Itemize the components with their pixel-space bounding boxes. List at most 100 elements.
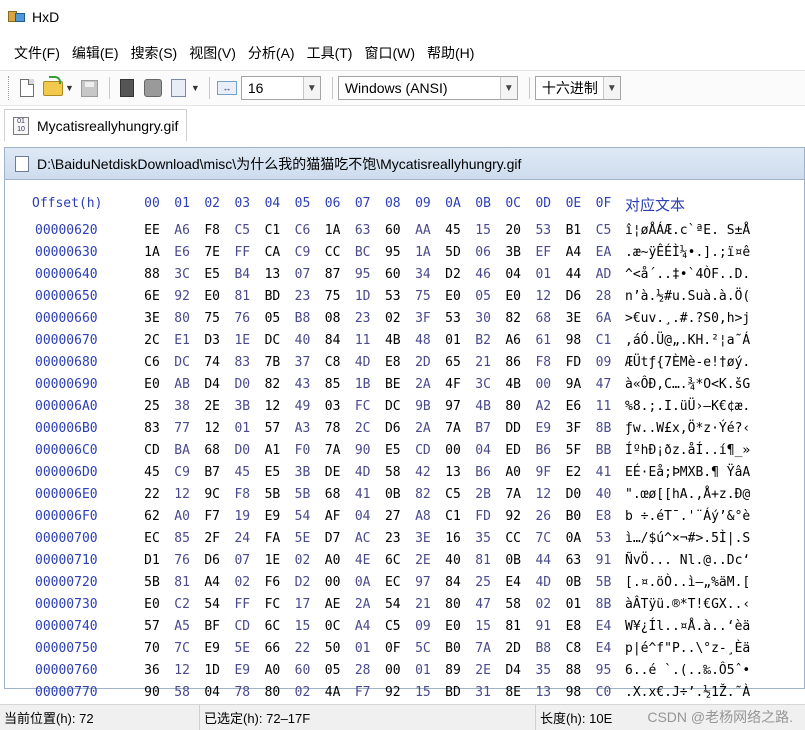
hex-byte[interactable]: 58: [380, 465, 406, 480]
hex-byte[interactable]: 11: [350, 333, 376, 348]
hex-byte[interactable]: 5E: [290, 531, 316, 546]
row-text[interactable]: [.¤.öÒ..ì—„%äM.[: [625, 575, 750, 590]
hex-byte[interactable]: 6E: [139, 289, 165, 304]
hex-byte[interactable]: 06: [470, 245, 496, 260]
hex-byte[interactable]: BB: [591, 443, 617, 458]
hex-byte[interactable]: 24: [229, 531, 255, 546]
hex-byte[interactable]: 38: [169, 399, 195, 414]
hex-byte[interactable]: E9: [199, 641, 225, 656]
hex-byte[interactable]: 47: [470, 597, 496, 612]
hex-byte[interactable]: 04: [350, 509, 376, 524]
tab-file[interactable]: 01 10 Mycatisreallyhungry.gif: [4, 109, 188, 141]
hex-byte[interactable]: 9B: [410, 399, 436, 414]
menu-analysis[interactable]: 分析(A): [248, 43, 295, 63]
hex-byte[interactable]: C1: [591, 333, 617, 348]
hex-byte[interactable]: 85: [169, 531, 195, 546]
hex-byte[interactable]: 54: [380, 597, 406, 612]
row-text[interactable]: p|é^f"P..\°z-¸Èä: [625, 641, 750, 656]
hex-byte[interactable]: 22: [290, 641, 316, 656]
hex-byte[interactable]: D2: [290, 575, 316, 590]
row-text[interactable]: ".œø[[hA.‚Å+z.Ð@: [625, 487, 750, 502]
hex-byte[interactable]: 0B: [380, 487, 406, 502]
offset-base-select[interactable]: 十六进制 ▼: [534, 76, 621, 100]
hex-byte[interactable]: 5B: [290, 487, 316, 502]
hex-byte[interactable]: 04: [199, 685, 225, 700]
hex-byte[interactable]: 40: [290, 333, 316, 348]
hex-byte[interactable]: 0F: [380, 641, 406, 656]
hex-byte[interactable]: E5: [380, 443, 406, 458]
hex-byte[interactable]: DC: [380, 399, 406, 414]
hex-byte[interactable]: BC: [350, 245, 376, 260]
hex-byte[interactable]: A3: [290, 421, 316, 436]
hex-byte[interactable]: 3F: [560, 421, 586, 436]
bytes-per-row-select[interactable]: 16 ▼: [240, 76, 321, 100]
properties-dropdown-arrow-icon[interactable]: ▼: [191, 83, 200, 93]
hex-byte[interactable]: 35: [470, 531, 496, 546]
hex-byte[interactable]: E5: [199, 267, 225, 282]
hex-byte[interactable]: 00: [440, 443, 466, 458]
hex-byte[interactable]: D3: [199, 333, 225, 348]
hex-byte[interactable]: 47: [591, 377, 617, 392]
hex-byte[interactable]: E0: [440, 289, 466, 304]
hex-byte[interactable]: 54: [290, 509, 316, 524]
toolbar-grip[interactable]: [8, 76, 11, 100]
hex-byte[interactable]: 66: [259, 641, 285, 656]
new-file-button[interactable]: [15, 76, 39, 100]
hex-byte[interactable]: 0C: [320, 619, 346, 634]
hex-byte[interactable]: 70: [139, 641, 165, 656]
hex-byte[interactable]: F0: [290, 443, 316, 458]
hex-byte[interactable]: B0: [440, 641, 466, 656]
hex-byte[interactable]: E8: [560, 619, 586, 634]
hex-byte[interactable]: 98: [560, 333, 586, 348]
hex-byte[interactable]: 92: [500, 509, 526, 524]
hex-byte[interactable]: 84: [440, 575, 466, 590]
hex-byte[interactable]: 3B: [500, 245, 526, 260]
save-button[interactable]: [78, 76, 102, 100]
hex-byte[interactable]: A5: [169, 619, 195, 634]
hex-byte[interactable]: D6: [380, 421, 406, 436]
hex-byte[interactable]: 1A: [139, 245, 165, 260]
hex-byte[interactable]: 17: [290, 597, 316, 612]
hex-row[interactable]: 00000640 88 3C E5 B4 13 07 87 95 60 34 D2 46 04 01 44 AD…: [5, 267, 804, 289]
hex-byte[interactable]: 12: [530, 289, 556, 304]
hex-byte[interactable]: B6: [470, 465, 496, 480]
hex-byte[interactable]: C9: [290, 245, 316, 260]
hex-byte[interactable]: 8E: [500, 685, 526, 700]
hex-byte[interactable]: E9: [229, 663, 255, 678]
hex-byte[interactable]: BA: [169, 443, 195, 458]
hex-byte[interactable]: 2D: [500, 641, 526, 656]
hex-byte[interactable]: FD: [560, 355, 586, 370]
row-text[interactable]: 6..é `.(..‰.Ô5ˆ•: [625, 663, 750, 678]
hex-byte[interactable]: 90: [139, 685, 165, 700]
hex-byte[interactable]: 12: [259, 399, 285, 414]
hex-byte[interactable]: 2E: [199, 399, 225, 414]
hex-byte[interactable]: 4B: [470, 399, 496, 414]
hex-byte[interactable]: 09: [591, 355, 617, 370]
hex-byte[interactable]: 44: [560, 267, 586, 282]
hex-byte[interactable]: 35: [530, 663, 556, 678]
hex-byte[interactable]: C2: [169, 597, 195, 612]
hex-byte[interactable]: 08: [320, 311, 346, 326]
hex-byte[interactable]: 2A: [410, 377, 436, 392]
open-file-button[interactable]: [41, 75, 65, 100]
hex-byte[interactable]: CA: [259, 245, 285, 260]
hex-byte[interactable]: 95: [380, 245, 406, 260]
hex-byte[interactable]: EE: [139, 223, 165, 238]
hex-byte[interactable]: 7C: [530, 531, 556, 546]
row-text[interactable]: ÆÜtƒ{7ÈMè-e!†øý.: [625, 355, 750, 370]
hex-byte[interactable]: F8: [229, 487, 255, 502]
hex-byte[interactable]: 53: [440, 311, 466, 326]
hex-byte[interactable]: 65: [440, 355, 466, 370]
hex-byte[interactable]: FC: [259, 597, 285, 612]
hex-byte[interactable]: 01: [560, 597, 586, 612]
hex-byte[interactable]: 48: [410, 333, 436, 348]
hex-byte[interactable]: C1: [259, 223, 285, 238]
menu-tools[interactable]: 工具(T): [307, 43, 353, 63]
hex-byte[interactable]: 30: [470, 311, 496, 326]
hex-byte[interactable]: B7: [470, 421, 496, 436]
hex-byte[interactable]: 68: [320, 487, 346, 502]
hex-byte[interactable]: 04: [500, 267, 526, 282]
hex-byte[interactable]: 68: [530, 311, 556, 326]
hex-byte[interactable]: 05: [259, 311, 285, 326]
hex-byte[interactable]: D6: [199, 553, 225, 568]
